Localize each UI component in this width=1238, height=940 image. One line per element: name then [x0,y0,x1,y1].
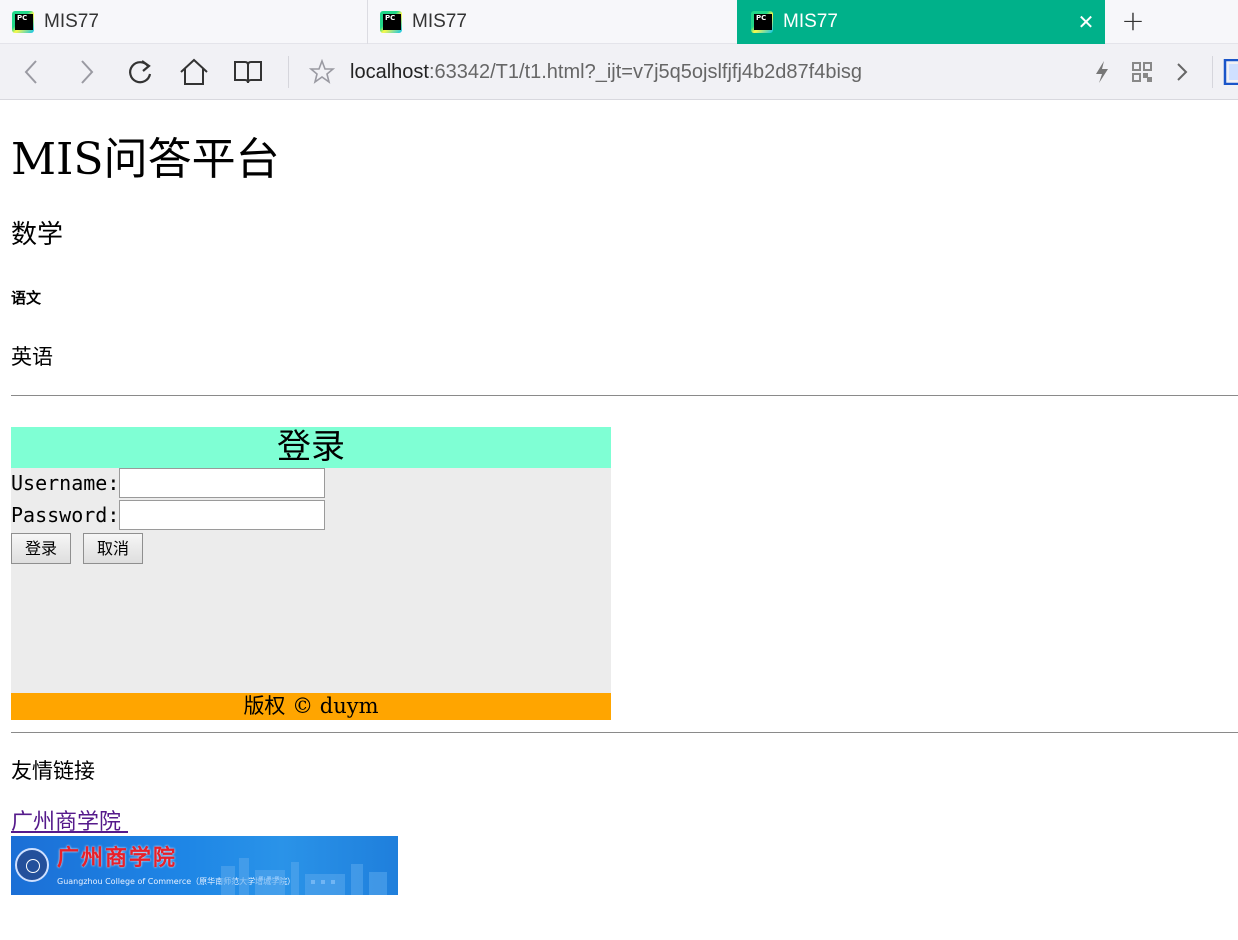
reading-view-icon[interactable] [232,56,264,88]
heading-chinese: 语文 [11,289,42,307]
password-input[interactable] [119,500,326,530]
reload-icon[interactable] [124,56,156,88]
login-panel: 登录 Username: Password: 登录 取消 版权 © duym [11,427,611,720]
cancel-button[interactable]: 取消 [83,533,143,564]
url-path: :63342/T1/t1.html?_ijt=v7j5q5ojslfjfj4b2… [428,61,863,83]
nav-divider [1212,56,1213,88]
browser-tab-1[interactable]: MIS77 [12,0,364,44]
copyright-footer: 版权 © duym [11,693,611,720]
extension-icon[interactable] [1222,56,1238,88]
banner-logo-text: 广州商学院 [57,845,178,871]
browser-tab-2[interactable]: MIS77 [380,0,736,44]
college-emblem-icon [15,848,49,882]
pycharm-icon [12,11,34,33]
tab-title: MIS77 [783,11,838,32]
close-tab-icon[interactable]: ✕ [1075,10,1097,34]
forward-icon[interactable] [70,56,102,88]
favorite-star-icon[interactable] [306,56,338,88]
page-title: MIS问答平台 [11,134,280,185]
tab-separator [367,0,368,44]
browser-tab-bar: MIS77 MIS77 MIS77 ✕ + [0,0,1238,44]
campus-buildings-illustration [221,858,387,895]
paragraph-english: 英语 [11,345,53,369]
new-tab-button[interactable]: + [1118,6,1148,38]
chevron-right-icon[interactable] [1166,56,1198,88]
tab-title: MIS77 [412,11,467,32]
nav-divider [288,56,289,88]
pycharm-icon [380,11,402,33]
username-row: Username: [11,468,326,498]
home-icon[interactable] [178,56,210,88]
username-input[interactable] [119,468,326,498]
password-label: Password: [11,503,120,527]
heading-math: 数学 [11,220,64,250]
horizontal-rule [11,395,1238,396]
login-header: 登录 [11,427,611,468]
pycharm-icon [751,11,773,33]
lightning-icon[interactable] [1086,56,1118,88]
browser-nav-bar: localhost:63342/T1/t1.html?_ijt=v7j5q5oj… [0,44,1238,100]
login-button[interactable]: 登录 [11,533,71,564]
address-bar[interactable]: localhost:63342/T1/t1.html?_ijt=v7j5q5oj… [350,58,862,86]
friend-links-label: 友情链接 [11,759,95,783]
username-label: Username: [11,471,120,495]
browser-tab-3-active[interactable]: MIS77 ✕ [737,0,1105,44]
gcc-link[interactable]: 广州商学院 [11,809,128,837]
horizontal-rule [11,732,1238,733]
tab-title: MIS77 [44,11,99,32]
back-icon[interactable] [16,56,48,88]
qr-code-icon[interactable] [1126,56,1158,88]
gcc-banner-image[interactable]: 广州商学院 Guangzhou College of Commerce（原华南师… [11,836,398,895]
password-row: Password: [11,500,326,530]
url-host: localhost [350,61,429,83]
